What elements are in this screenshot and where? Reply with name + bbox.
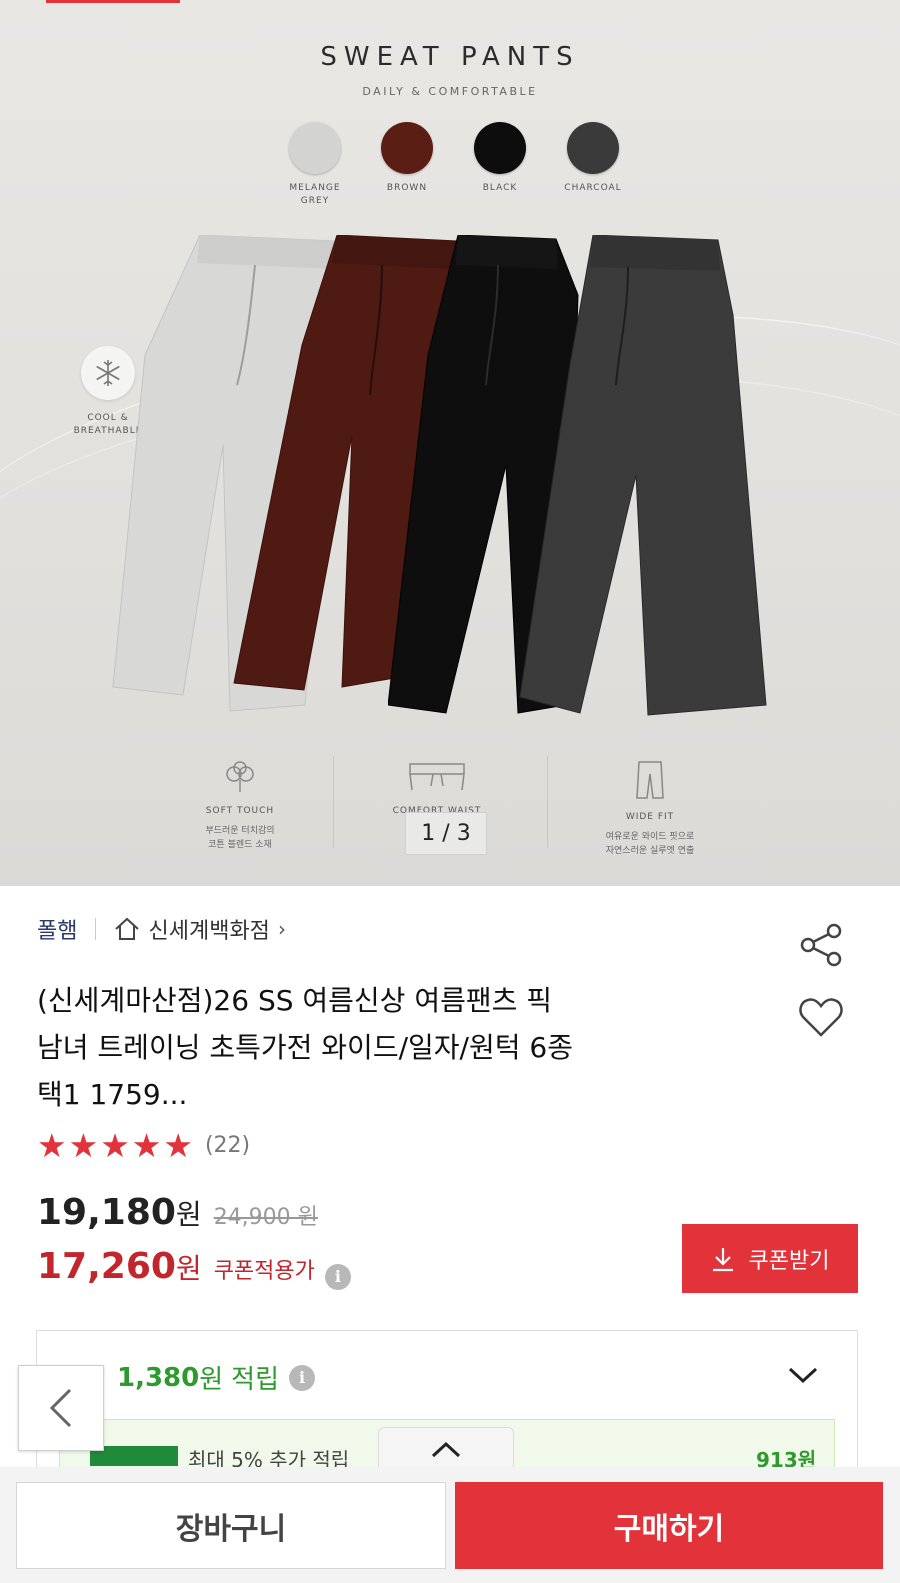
product-title-line: 택1 1759... [37,1078,188,1111]
home-icon [115,917,140,940]
chevron-right-icon: › [277,917,286,941]
coupon-price: 17,260 [37,1246,176,1287]
waistband-icon [409,763,465,791]
swatch-melange-grey: MELANGE GREY [268,122,362,208]
coupon-price-label: 쿠폰적용가 [213,1259,315,1284]
swatch-dot [381,122,433,174]
swatch-label: CHARCOAL [564,183,622,193]
carousel-top-indicator [46,0,180,3]
heart-icon [799,998,843,1037]
feature-comfort-waist: COMFORT WAIST [347,760,527,816]
swatch-charcoal: CHARCOAL [546,122,640,195]
swatch-dot [289,122,341,174]
product-title: (신세계마산점)26 SS 여름신상 여름팬츠 픽 남녀 트레이닝 초특가전 와… [37,977,757,1118]
color-swatches: MELANGE GREY BROWN BLACK CHARCOAL [268,122,658,222]
bottom-action-bar: 장바구니 구매하기 [0,1467,900,1583]
points-label: 적립 [231,1365,280,1395]
chevron-left-icon [49,1388,72,1428]
feature-name: WIDE FIT [625,812,675,822]
brand-link[interactable]: 폴햄 [37,913,77,945]
product-title-line: (신세계마산점)26 SS 여름신상 여름팬츠 픽 [37,984,553,1017]
info-icon[interactable]: i [289,1364,316,1391]
feature-name: SOFT TOUCH [205,806,275,816]
price-unit: 원 [175,1198,202,1231]
star-icon: ★ [131,1126,162,1165]
review-count: (22) [204,1133,251,1158]
star-icon: ★ [163,1126,193,1165]
swatch-label: BLACK [482,183,518,193]
points-amount: 1,380 [117,1362,200,1393]
brand-row: 폴햄 신세계백화점 › [37,913,286,945]
feature-desc: 여유로운 와이드 핏으로 자연스러운 실루엣 연출 [605,832,695,856]
chevron-up-icon [431,1441,461,1457]
brand-divider [95,918,97,940]
swatch-label: MELANGE GREY [289,183,341,206]
product-image-carousel[interactable]: SWEAT PANTS DAILY & COMFORTABLE MELANGE G… [0,0,900,886]
swatch-black: BLACK [453,122,547,195]
coupon-price-row: 17,260 원 쿠폰적용가 i [37,1246,351,1290]
back-button[interactable] [18,1365,104,1451]
share-button[interactable] [798,922,844,972]
product-title-line: 남녀 트레이닝 초특가전 와이드/일자/원턱 6종 [37,1031,573,1064]
points-summary: 1,380 원 적립 i [117,1359,316,1396]
store-link[interactable]: 신세계백화점 › [114,913,286,945]
swatch-dot [474,122,526,174]
download-icon [712,1247,733,1271]
star-icon: ★ [100,1126,130,1165]
add-to-cart-button[interactable]: 장바구니 [16,1482,446,1569]
info-icon[interactable]: i [324,1263,351,1290]
feature-soft-touch: SOFT TOUCH 부드러운 터치감의 코튼 블렌드 소재 [150,760,330,852]
get-coupon-label: 쿠폰받기 [748,1247,830,1273]
cotton-icon [226,761,254,792]
image-pager: 1 / 3 [405,812,487,855]
star-icon: ★ [37,1126,67,1165]
coupon-price-unit: 원 [175,1252,202,1285]
chevron-down-icon[interactable] [787,1365,819,1389]
swatch-brown: BROWN [360,122,454,195]
buy-now-button[interactable]: 구매하기 [455,1482,883,1569]
star-icon: ★ [68,1126,99,1165]
original-price: 24,900 원 [213,1205,318,1230]
product-page: SWEAT PANTS DAILY & COMFORTABLE MELANGE G… [0,0,900,1583]
swatch-label: BROWN [386,183,428,193]
pants-outline-icon [636,761,664,799]
hero-title: SWEAT PANTS [320,42,580,72]
wishlist-button[interactable] [798,996,844,1042]
hero-subtitle: DAILY & COMFORTABLE [362,85,538,98]
points-unit: 원 [199,1365,224,1395]
collapse-toggle[interactable] [378,1427,514,1471]
sale-price: 19,180 [37,1192,176,1233]
store-name: 신세계백화점 [148,919,270,944]
feature-desc: 부드러운 터치감의 코튼 블렌드 소재 [205,826,275,850]
charcoal-pants-image [519,235,767,716]
get-coupon-button[interactable]: 쿠폰받기 [682,1224,858,1293]
swatch-dot [567,122,619,174]
price-row: 19,180 원 24,900 원 [37,1192,318,1233]
rating[interactable]: ★ ★ ★ ★ ★ (22) [37,1129,250,1162]
share-icon [800,923,842,967]
feature-wide-fit: WIDE FIT 여유로운 와이드 핏으로 자연스러운 실루엣 연출 [560,760,740,858]
